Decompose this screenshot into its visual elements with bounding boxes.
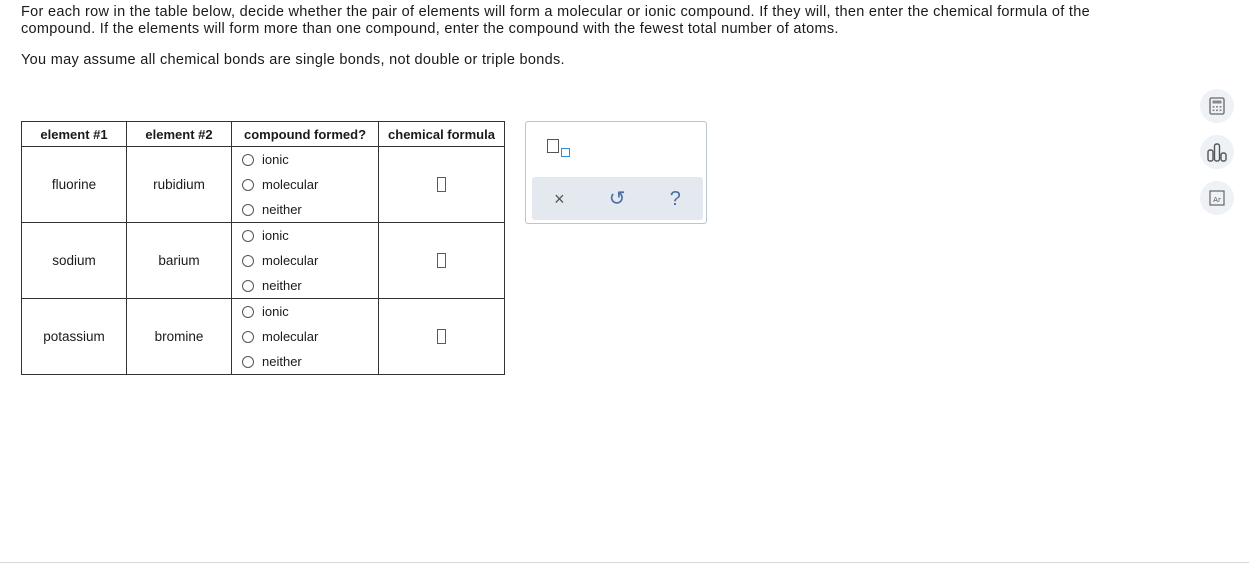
option-neither[interactable]: neither	[242, 349, 378, 374]
radio-button[interactable]	[242, 355, 254, 368]
formula-cell	[378, 222, 505, 299]
option-neither[interactable]: neither	[242, 197, 378, 222]
radio-button[interactable]	[242, 305, 254, 318]
header-element-2: element #2	[126, 121, 232, 147]
compound-options: ionic molecular neither	[231, 146, 379, 223]
instructions: For each row in the table below, decide …	[21, 4, 1161, 69]
table-header-row: element #1 element #2 compound formed? c…	[21, 121, 505, 147]
option-label: neither	[262, 354, 302, 369]
radio-button[interactable]	[242, 254, 254, 267]
formula-input[interactable]	[437, 253, 446, 269]
formula-input[interactable]	[437, 329, 446, 345]
element-2-cell: bromine	[126, 298, 232, 375]
option-ionic[interactable]: ionic	[242, 147, 378, 172]
element-2-cell: rubidium	[126, 146, 232, 223]
radio-button[interactable]	[242, 279, 254, 292]
option-molecular[interactable]: molecular	[242, 324, 378, 349]
answer-palette: × ↺ ?	[525, 121, 707, 224]
bar-chart-icon[interactable]	[1200, 135, 1234, 169]
bottom-divider	[0, 562, 1249, 563]
option-label: molecular	[262, 177, 319, 192]
option-ionic[interactable]: ionic	[242, 299, 378, 324]
periodic-table-icon[interactable]: Ar	[1200, 181, 1234, 215]
option-molecular[interactable]: molecular	[242, 172, 378, 197]
undo-icon[interactable]: ↺	[609, 189, 626, 209]
clear-icon[interactable]: ×	[554, 189, 565, 209]
radio-button[interactable]	[242, 330, 254, 343]
formula-cell	[378, 298, 505, 375]
option-label: molecular	[262, 329, 319, 344]
formula-cell	[378, 146, 505, 223]
header-element-1: element #1	[21, 121, 127, 147]
radio-button[interactable]	[242, 178, 254, 191]
option-neither[interactable]: neither	[242, 273, 378, 298]
header-chemical-formula: chemical formula	[378, 121, 505, 147]
option-molecular[interactable]: molecular	[242, 248, 378, 273]
option-label: ionic	[262, 152, 289, 167]
palette-actions: × ↺ ?	[532, 177, 703, 220]
help-icon[interactable]: ?	[670, 189, 681, 209]
radio-button[interactable]	[242, 203, 254, 216]
radio-button[interactable]	[242, 153, 254, 166]
calculator-icon[interactable]	[1200, 89, 1234, 123]
formula-input[interactable]	[437, 177, 446, 193]
compound-options: ionic molecular neither	[231, 222, 379, 299]
header-compound-formed: compound formed?	[231, 121, 379, 147]
compound-table: element #1 element #2 compound formed? c…	[21, 121, 505, 375]
element-2-cell: barium	[126, 222, 232, 299]
radio-button[interactable]	[242, 229, 254, 242]
element-1-cell: sodium	[21, 222, 127, 299]
subscript-template-icon[interactable]	[547, 139, 570, 159]
element-1-cell: potassium	[21, 298, 127, 375]
instructions-line-2: You may assume all chemical bonds are si…	[21, 52, 565, 68]
instructions-line-1: For each row in the table below, decide …	[21, 4, 1090, 37]
option-label: neither	[262, 278, 302, 293]
option-label: ionic	[262, 228, 289, 243]
option-label: molecular	[262, 253, 319, 268]
svg-text:Ar: Ar	[1213, 196, 1221, 204]
table-row: potassium bromine ionic molecular neithe…	[21, 298, 505, 375]
compound-options: ionic molecular neither	[231, 298, 379, 375]
option-label: ionic	[262, 304, 289, 319]
table-row: fluorine rubidium ionic molecular neithe…	[21, 146, 505, 223]
table-row: sodium barium ionic molecular neither	[21, 222, 505, 299]
option-ionic[interactable]: ionic	[242, 223, 378, 248]
element-1-cell: fluorine	[21, 146, 127, 223]
option-label: neither	[262, 202, 302, 217]
